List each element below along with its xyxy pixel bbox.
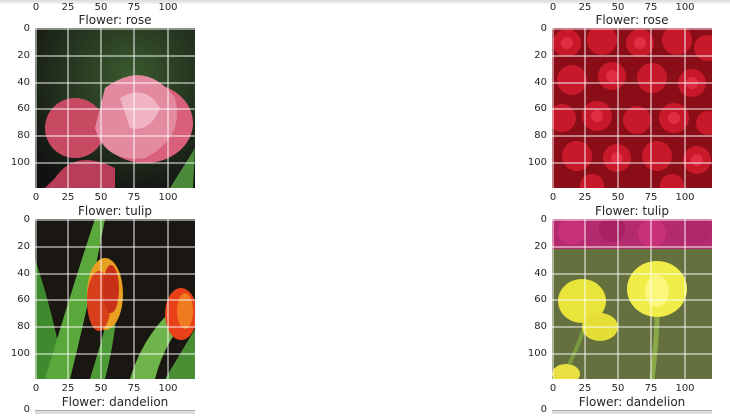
x-tick: 100: [675, 383, 695, 394]
rose-image-right: [552, 28, 712, 188]
tulip-image-right: [552, 219, 712, 379]
x-tick: 100: [158, 383, 178, 394]
grid-lines: [35, 219, 195, 379]
y-tick: 100: [10, 348, 30, 359]
x-tick: 25: [578, 2, 592, 13]
subplot-title: Flower: dandelion: [61, 395, 169, 409]
tulip-image-left: [35, 219, 195, 379]
y-tick: 60: [17, 103, 30, 114]
y-tick: 60: [17, 294, 30, 305]
y-tick: 60: [534, 103, 547, 114]
grid-lines: [552, 219, 712, 379]
y-tick: 80: [17, 130, 30, 141]
x-tick: 0: [549, 383, 557, 394]
y-tick: 0: [23, 23, 30, 34]
x-tick: 50: [611, 192, 625, 203]
subplot-title: Flower: tulip: [78, 204, 152, 218]
y-tick: 80: [17, 321, 30, 332]
y-tick: 0: [23, 214, 30, 225]
x-tick: 75: [127, 192, 141, 203]
subplot-title: Flower: tulip: [595, 204, 669, 218]
y-tick: 0: [540, 214, 547, 225]
x-tick: 25: [578, 192, 592, 203]
grid-lines: [35, 28, 195, 188]
y-tick: 60: [534, 294, 547, 305]
subplot-title: Flower: rose: [595, 13, 669, 27]
y-tick: 40: [534, 268, 547, 279]
subplot-title: Flower: dandelion: [578, 395, 686, 409]
y-tick: 20: [17, 50, 30, 61]
x-tick: 25: [61, 383, 75, 394]
y-tick: 40: [17, 77, 30, 88]
x-tick: 0: [549, 2, 557, 13]
y-tick: 20: [17, 241, 30, 252]
dandelion-image-left-edge: [35, 410, 195, 414]
y-tick: 80: [534, 130, 547, 141]
y-tick: 40: [17, 268, 30, 279]
y-tick: 0: [540, 23, 547, 34]
x-tick: 25: [578, 383, 592, 394]
y-tick: 0: [540, 404, 547, 415]
y-tick: 80: [534, 321, 547, 332]
grid-lines: [552, 28, 712, 188]
y-tick: 20: [534, 241, 547, 252]
x-tick: 100: [675, 2, 695, 13]
rose-image-left: [35, 28, 195, 188]
x-tick: 25: [61, 192, 75, 203]
x-tick: 50: [611, 383, 625, 394]
x-tick: 25: [61, 2, 75, 13]
x-tick: 75: [644, 192, 658, 203]
y-tick: 100: [527, 348, 547, 359]
x-tick: 100: [158, 192, 178, 203]
x-tick: 100: [158, 2, 178, 13]
x-tick: 0: [32, 192, 40, 203]
x-tick: 0: [32, 2, 40, 13]
y-tick: 100: [527, 157, 547, 168]
x-tick: 50: [94, 192, 108, 203]
x-tick: 0: [549, 192, 557, 203]
y-tick: 100: [10, 157, 30, 168]
x-tick: 0: [32, 383, 40, 394]
x-tick: 100: [675, 192, 695, 203]
x-tick: 75: [127, 383, 141, 394]
x-tick: 50: [94, 383, 108, 394]
subplot-title: Flower: rose: [78, 13, 152, 27]
y-tick: 0: [23, 404, 30, 415]
x-tick: 75: [644, 383, 658, 394]
y-tick: 20: [534, 50, 547, 61]
y-tick: 40: [534, 77, 547, 88]
dandelion-image-right-edge: [552, 410, 712, 414]
